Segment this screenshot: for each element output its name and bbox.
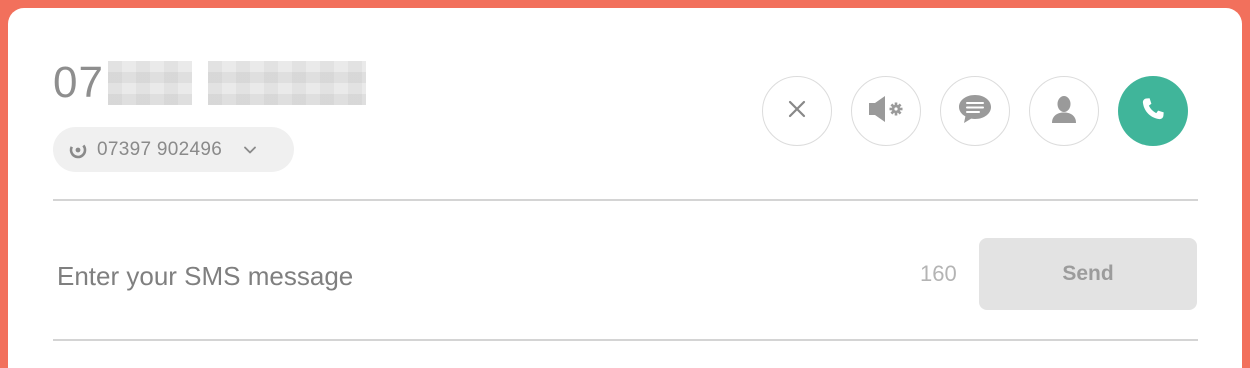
caller-id-icon: [69, 141, 87, 159]
close-button[interactable]: [762, 76, 832, 146]
send-button[interactable]: Send: [979, 238, 1197, 310]
divider: [53, 199, 1198, 201]
contact-button[interactable]: [1029, 76, 1099, 146]
caller-id-number: 07397 902496: [97, 138, 223, 160]
divider: [53, 339, 1198, 341]
redacted-block: [107, 61, 192, 105]
sms-button[interactable]: [940, 76, 1010, 146]
redacted-block: [207, 61, 366, 105]
speaker-settings-button[interactable]: [851, 76, 921, 146]
speaker-settings-icon: [867, 94, 905, 129]
dialer-panel: 07 07397 902496 Enter your SMS message 1…: [8, 8, 1242, 368]
caller-id-selector[interactable]: 07397 902496: [53, 127, 294, 172]
call-actions: [762, 76, 1188, 146]
call-button[interactable]: [1118, 76, 1188, 146]
sms-message-input[interactable]: [53, 254, 857, 298]
chevron-down-icon: [242, 142, 258, 158]
sms-char-counter: 160: [920, 261, 957, 286]
person-icon: [1050, 94, 1078, 129]
phone-icon: [1139, 95, 1167, 128]
chat-bubble-icon: [957, 92, 993, 131]
close-icon: [785, 97, 809, 126]
contact-number-prefix: 07: [53, 58, 104, 107]
contact-number: 07: [53, 58, 366, 108]
